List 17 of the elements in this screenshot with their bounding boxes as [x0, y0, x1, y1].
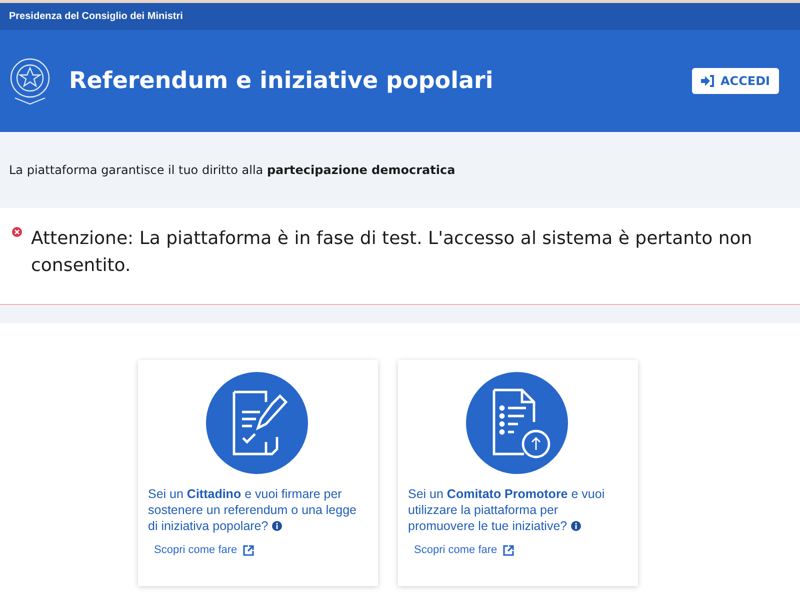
card-text: Sei un Comitato Promotore e vuoi utilizzare la piattaforma per promuovere le tue iniziative?: [408, 486, 606, 534]
alert-message: Attenzione: La piattaforma è in fase di test. L'accesso al sistema è pertanto non consentito.: [31, 227, 754, 278]
tagline: La piattaforma garantisce il tuo diritto alla partecipazione democratica: [9, 163, 456, 177]
document-upload-icon: [466, 372, 568, 474]
discover-link[interactable]: Scopri come fare: [154, 544, 366, 556]
discover-link[interactable]: Scopri come fare: [414, 544, 626, 556]
login-icon: [701, 75, 716, 87]
external-link-icon: [503, 544, 514, 556]
signing-document-icon: [206, 372, 308, 474]
login-button[interactable]: ACCEDI: [692, 68, 779, 94]
external-link-icon: [243, 544, 254, 556]
card-text: Sei un Cittadino e vuoi firmare per sostenere un referendum o una legge di iniziativa popolare?: [148, 486, 358, 534]
info-icon[interactable]: [571, 521, 582, 531]
organization-name: Presidenza del Consiglio dei Ministri: [9, 11, 183, 22]
info-icon[interactable]: [272, 521, 282, 531]
error-icon: [12, 227, 22, 237]
page-title: Referendum e iniziative popolari: [69, 68, 494, 94]
